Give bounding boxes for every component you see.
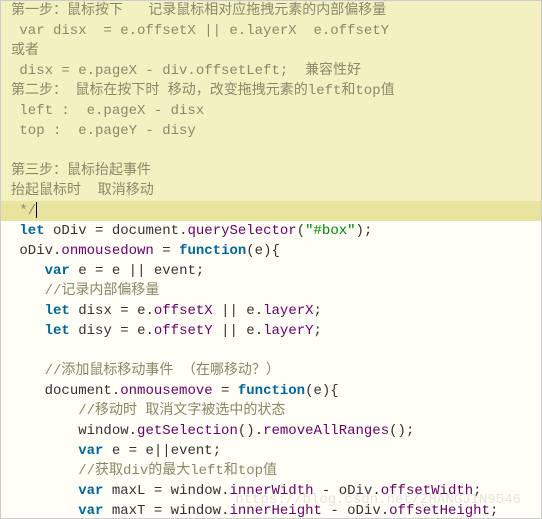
method-querySelector: querySelector (187, 223, 296, 239)
code-line[interactable]: var e = e||event; (1, 441, 541, 461)
inline-comment: //添加鼠标移动事件 （在哪移动？） (45, 363, 280, 379)
ident-e: e (78, 263, 86, 279)
comment-line: disx = e.pageX - div.offsetLeft; 兼容性好 (1, 61, 541, 81)
keyword-let: let (45, 303, 70, 319)
code-editor[interactable]: 第一步：鼠标按下 记录鼠标相对应拖拽元素的内部偏移量 var disx = e.… (0, 0, 542, 519)
comment-end: */ (11, 203, 36, 219)
code-line[interactable]: window.getSelection().removeAllRanges(); (1, 421, 541, 441)
code-line[interactable]: var maxT = window.innerHeight - oDiv.off… (1, 501, 541, 519)
inline-comment: //移动时 取消文字被选中的状态 (78, 403, 285, 419)
code-line[interactable]: //记录内部偏移量 (1, 281, 541, 301)
keyword-function: function (238, 383, 305, 399)
code-line[interactable]: oDiv.onmousedown = function(e){ (1, 241, 541, 261)
prop-offsetX: offsetX (154, 303, 213, 319)
comment-line: 第一步：鼠标按下 记录鼠标相对应拖拽元素的内部偏移量 (1, 1, 541, 21)
prop-layerY: layerY (263, 323, 313, 339)
code-line[interactable]: //移动时 取消文字被选中的状态 (1, 401, 541, 421)
code-line[interactable]: let disy = e.offsetY || e.layerY; (1, 321, 541, 341)
code-line[interactable]: document.onmousemove = function(e){ (1, 381, 541, 401)
comment-line: left : e.pageX - disx (1, 101, 541, 121)
code-line[interactable]: let disx = e.offsetX || e.layerX; (1, 301, 541, 321)
comment-line (1, 141, 541, 161)
blank-line[interactable] (1, 341, 541, 361)
prop-offsetHeight: offsetHeight (389, 503, 490, 519)
comment-line: 抬起鼠标时 取消移动 (1, 181, 541, 201)
keyword-var: var (78, 483, 103, 499)
event-onmousemove: onmousemove (120, 383, 212, 399)
inline-comment: //记录内部偏移量 (45, 283, 160, 299)
comment-line: top : e.pageY - disy (1, 121, 541, 141)
code-line[interactable]: var maxL = window.innerWidth - oDiv.offs… (1, 481, 541, 501)
inline-comment: //获取div的最大left和top值 (78, 463, 277, 479)
prop-innerWidth: innerWidth (230, 483, 314, 499)
ident-maxL: maxL (112, 483, 146, 499)
keyword-function: function (179, 243, 246, 259)
ident-e: e (112, 443, 120, 459)
comment-line: 或者 (1, 41, 541, 61)
keyword-var: var (45, 263, 70, 279)
ident-disx: disx (78, 303, 112, 319)
param-e: (e){ (246, 243, 280, 259)
comment-line: 第二步： 鼠标在按下时 移动，改变拖拽元素的left和top值 (1, 81, 541, 101)
block-comment: 第一步：鼠标按下 记录鼠标相对应拖拽元素的内部偏移量 var disx = e.… (1, 1, 541, 221)
comment-line: 第三步：鼠标抬起事件 (1, 161, 541, 181)
ident-disy: disy (78, 323, 112, 339)
prop-layerX: layerX (263, 303, 313, 319)
keyword-let: let (45, 323, 70, 339)
string-box: "#box" (305, 223, 355, 239)
comment-end-current-line[interactable]: */ (1, 201, 541, 221)
keyword-var: var (78, 503, 103, 519)
event-onmousedown: onmousedown (61, 243, 153, 259)
code-line[interactable]: var e = e || event; (1, 261, 541, 281)
ident-event: event (171, 443, 213, 459)
keyword-let: let (19, 223, 44, 239)
prop-offsetY: offsetY (154, 323, 213, 339)
prop-offsetWidth: offsetWidth (381, 483, 473, 499)
ident-document: document (45, 383, 112, 399)
ident-oDiv: oDiv (53, 223, 87, 239)
ident-window: window (78, 423, 128, 439)
ident-maxT: maxT (112, 503, 146, 519)
ident-document: document (112, 223, 179, 239)
code-line[interactable]: //获取div的最大left和top值 (1, 461, 541, 481)
prop-innerHeight: innerHeight (230, 503, 322, 519)
text-cursor (36, 202, 37, 218)
keyword-var: var (78, 443, 103, 459)
ident-oDiv: oDiv (19, 243, 53, 259)
code-line[interactable]: let oDiv = document.querySelector("#box"… (1, 221, 541, 241)
comment-line: var disx = e.offsetX || e.layerX e.offse… (1, 21, 541, 41)
param-e: (e){ (305, 383, 339, 399)
method-getSelection: getSelection (137, 423, 238, 439)
code-line[interactable]: //添加鼠标移动事件 （在哪移动？） (1, 361, 541, 381)
ident-event: event (154, 263, 196, 279)
method-removeAllRanges: removeAllRanges (263, 423, 389, 439)
